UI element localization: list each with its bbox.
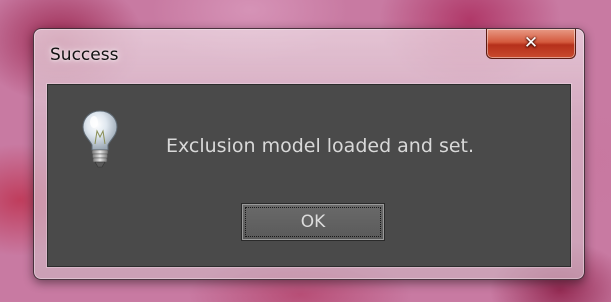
close-icon: ✕: [523, 33, 539, 53]
window-title: Success: [50, 45, 119, 65]
ok-button[interactable]: OK: [241, 203, 385, 241]
ok-button-label: OK: [300, 212, 326, 232]
close-button[interactable]: ✕: [486, 29, 576, 59]
title-bar[interactable]: Success ✕: [34, 29, 584, 79]
dialog-message: Exclusion model loaded and set.: [166, 135, 475, 157]
lightbulb-icon: [82, 110, 118, 168]
dialog-content: Exclusion model loaded and set. OK: [47, 84, 571, 267]
desktop-background: Success ✕ Exclusion model loaded and set…: [0, 0, 611, 302]
success-dialog: Success ✕ Exclusion model loaded and set…: [33, 28, 585, 280]
